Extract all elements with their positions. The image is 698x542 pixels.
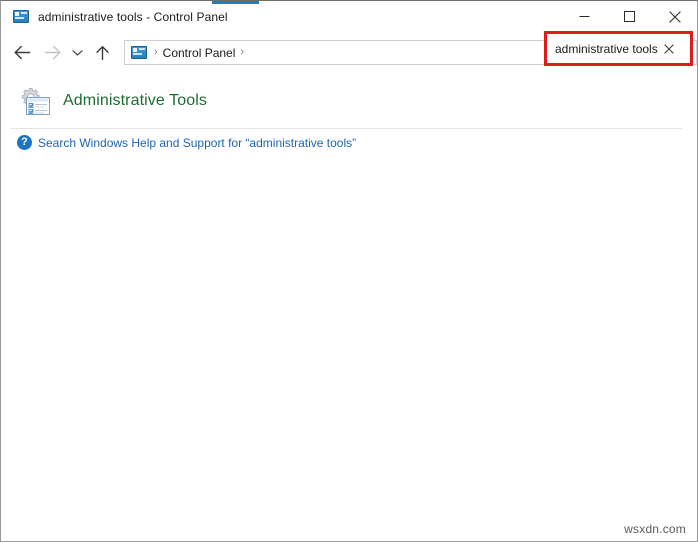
maximize-button[interactable] <box>607 1 652 32</box>
breadcrumb-separator: › <box>154 46 158 58</box>
administrative-tools-icon <box>17 85 53 117</box>
top-accent-strip <box>212 1 259 4</box>
control-panel-icon <box>131 45 147 61</box>
control-panel-icon <box>13 9 29 25</box>
result-heading[interactable]: Administrative Tools <box>63 92 207 110</box>
control-panel-window: administrative tools - Control Panel › C… <box>0 0 698 542</box>
search-box-highlight <box>544 31 693 66</box>
forward-arrow-icon <box>44 45 60 60</box>
window-controls <box>562 1 697 32</box>
help-search-row[interactable]: ? Search Windows Help and Support for “a… <box>17 135 356 150</box>
result-group-administrative-tools[interactable]: Administrative Tools <box>17 85 207 117</box>
close-button[interactable] <box>652 1 697 32</box>
breadcrumb-control-panel[interactable]: Control Panel <box>163 46 236 60</box>
breadcrumb-separator-trailing[interactable]: › <box>235 47 249 58</box>
gear-clipboard-icon <box>21 88 50 115</box>
maximize-icon <box>624 11 635 22</box>
search-results-pane: Administrative Tools ? Search Windows He… <box>2 73 696 541</box>
clear-search-button[interactable] <box>658 36 680 61</box>
back-button[interactable] <box>9 38 35 68</box>
help-search-link[interactable]: Search Windows Help and Support for “adm… <box>38 136 356 150</box>
window-title: administrative tools - Control Panel <box>38 9 228 24</box>
section-divider <box>10 128 682 129</box>
up-level-button[interactable] <box>89 38 115 68</box>
close-icon <box>664 43 674 54</box>
title-bar: administrative tools - Control Panel <box>1 1 697 32</box>
watermark: wsxdn.com <box>624 522 686 536</box>
close-icon <box>668 10 681 23</box>
recent-locations-button[interactable] <box>67 38 87 68</box>
search-input[interactable] <box>555 38 658 59</box>
up-arrow-icon <box>95 45 109 60</box>
minimize-icon <box>579 16 590 17</box>
back-arrow-icon <box>14 45 30 60</box>
forward-button[interactable] <box>39 38 65 68</box>
help-question-icon: ? <box>17 135 32 150</box>
minimize-button[interactable] <box>562 1 607 32</box>
chevron-down-icon <box>71 49 83 56</box>
